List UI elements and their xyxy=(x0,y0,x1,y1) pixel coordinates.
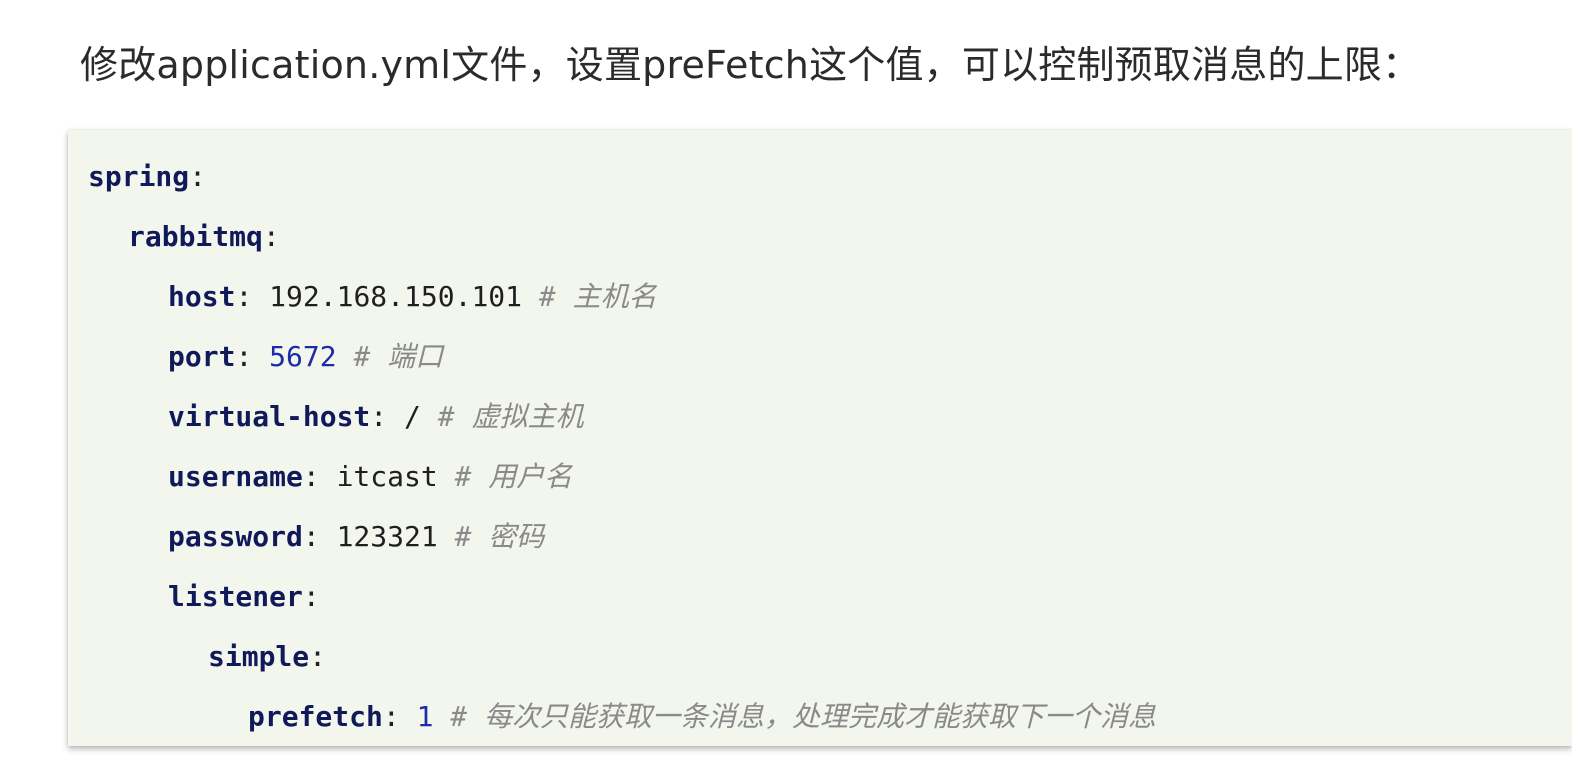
yaml-key: port xyxy=(168,340,236,373)
yaml-value: 123321 xyxy=(336,520,438,553)
yaml-key: simple xyxy=(208,640,310,673)
yaml-colon: : xyxy=(189,160,207,193)
yaml-value: / xyxy=(404,400,421,433)
code-line: port: 5672 # 端口 xyxy=(88,329,1572,389)
yaml-key: password xyxy=(168,520,303,553)
yaml-colon: : xyxy=(302,460,337,493)
yaml-key: spring xyxy=(88,160,190,193)
yaml-key: host xyxy=(168,280,236,313)
yaml-colon: : xyxy=(302,580,320,613)
yaml-comment: # 端口 xyxy=(336,340,444,373)
yaml-value: 5672 xyxy=(269,340,337,373)
code-line: simple: xyxy=(88,629,1572,689)
yaml-key: prefetch xyxy=(248,700,383,733)
yaml-comment: # 主机名 xyxy=(522,280,657,313)
yaml-value: 192.168.150.101 xyxy=(269,280,523,313)
yaml-key: virtual-host xyxy=(168,400,371,433)
code-line: listener: xyxy=(88,569,1572,629)
code-line: spring: xyxy=(88,149,1572,209)
code-line: prefetch: 1 # 每次只能获取一条消息，处理完成才能获取下一个消息 xyxy=(88,689,1572,746)
code-line: host: 192.168.150.101 # 主机名 xyxy=(88,269,1572,329)
yaml-value: 1 xyxy=(416,700,434,733)
yaml-key: rabbitmq xyxy=(128,220,263,253)
yaml-comment: # 密码 xyxy=(437,520,545,553)
yaml-colon: : xyxy=(235,340,270,373)
yaml-code-block: spring: rabbitmq: host: 192.168.150.101 … xyxy=(68,130,1572,746)
yaml-colon: : xyxy=(262,220,280,253)
intro-paragraph: 修改application.yml文件，设置preFetch这个值，可以控制预取… xyxy=(80,43,1421,87)
yaml-key: username xyxy=(168,460,303,493)
yaml-colon: : xyxy=(309,640,327,673)
yaml-colon: : xyxy=(370,400,405,433)
code-line: username: itcast # 用户名 xyxy=(88,449,1572,509)
yaml-value: itcast xyxy=(336,460,438,493)
code-line: rabbitmq: xyxy=(88,209,1572,269)
yaml-colon: : xyxy=(302,520,337,553)
code-line: virtual-host: / # 虚拟主机 xyxy=(88,389,1572,449)
yaml-colon: : xyxy=(235,280,270,313)
yaml-comment: # 每次只能获取一条消息，处理完成才能获取下一个消息 xyxy=(433,700,1157,733)
yaml-colon: : xyxy=(382,700,417,733)
yaml-key: listener xyxy=(168,580,303,613)
code-line: password: 123321 # 密码 xyxy=(88,509,1572,569)
yaml-comment: # 虚拟主机 xyxy=(420,400,584,433)
yaml-comment: # 用户名 xyxy=(437,460,573,493)
